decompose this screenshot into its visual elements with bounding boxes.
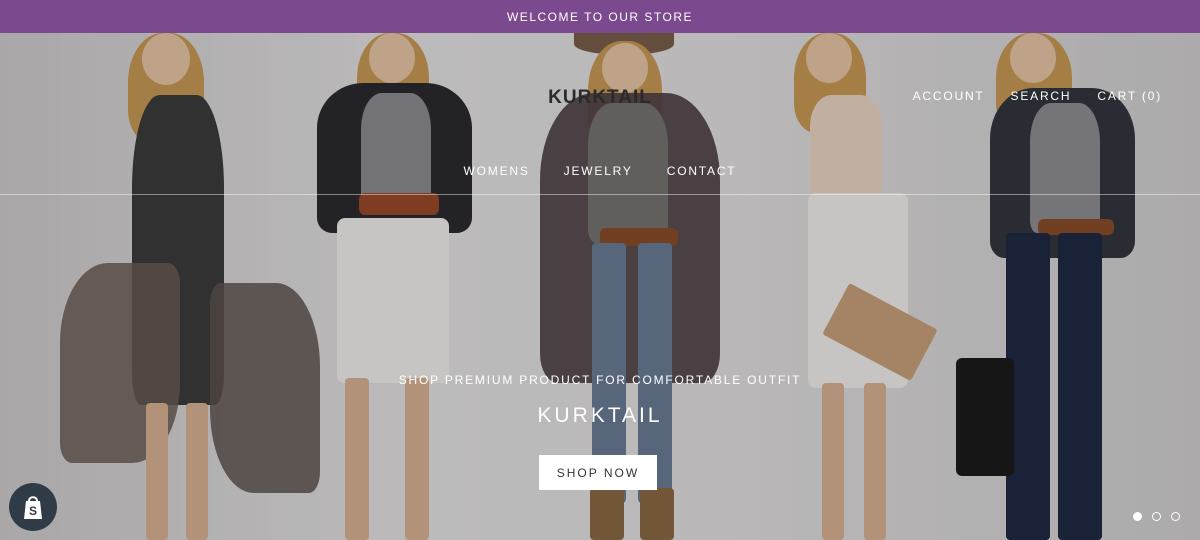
announcement-text: WELCOME TO OUR STORE [506, 9, 694, 24]
slideshow-pagination [1133, 512, 1180, 521]
announcement-bar: WELCOME TO OUR STORE [0, 0, 1200, 33]
cart-link[interactable]: CART (0) [1097, 89, 1162, 103]
header-divider [0, 194, 1200, 195]
nav-item-womens[interactable]: WOMENS [464, 164, 530, 178]
shopify-bag-icon[interactable]: S [9, 483, 57, 531]
slide-dot-3[interactable] [1171, 512, 1180, 521]
site-header: KURKTAIL ACCOUNT SEARCH CART (0) WOMENS … [0, 33, 1200, 195]
svg-text:S: S [29, 504, 37, 518]
main-nav: WOMENS JEWELRY CONTACT [0, 164, 1200, 178]
hero-subtitle: SHOP PREMIUM PRODUCT FOR COMFORTABLE OUT… [398, 373, 802, 387]
slide-dot-1[interactable] [1133, 512, 1142, 521]
search-link[interactable]: SEARCH [1011, 89, 1072, 103]
account-link[interactable]: ACCOUNT [913, 89, 985, 103]
utility-nav: ACCOUNT SEARCH CART (0) [913, 89, 1162, 103]
nav-item-jewelry[interactable]: JEWELRY [564, 164, 633, 178]
nav-item-contact[interactable]: CONTACT [667, 164, 737, 178]
hero-title: KURKTAIL [537, 404, 663, 427]
slide-dot-2[interactable] [1152, 512, 1161, 521]
shop-now-button[interactable]: SHOP NOW [539, 455, 657, 490]
